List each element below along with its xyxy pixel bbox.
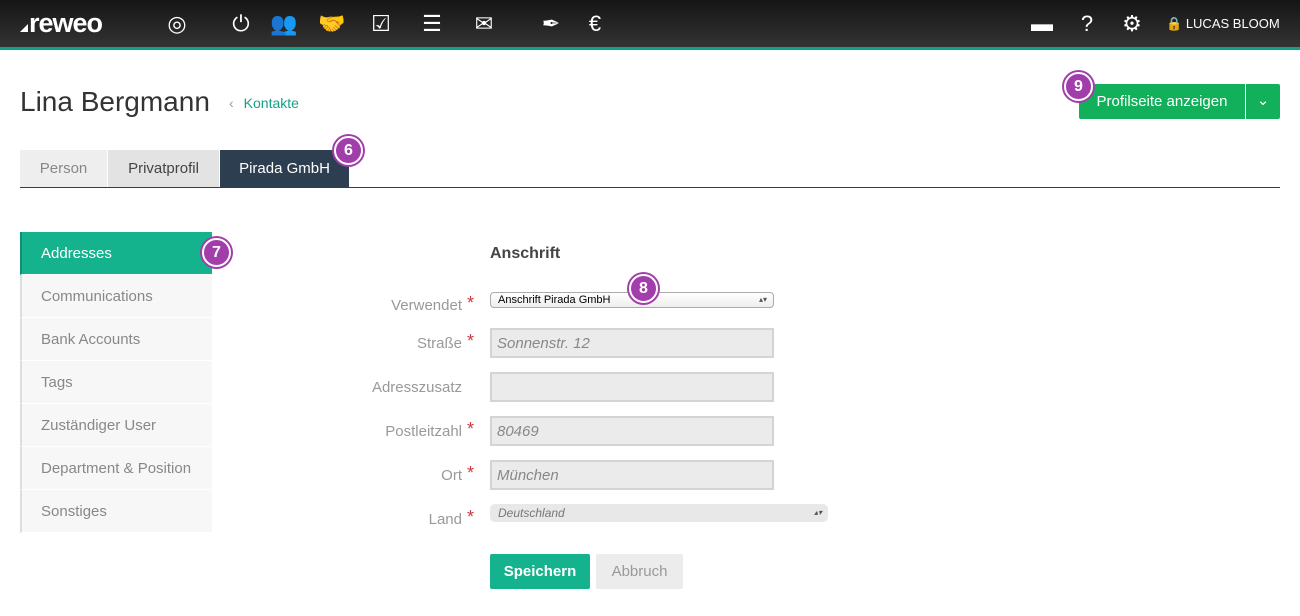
required-mark: * (467, 507, 475, 527)
land-value: Deutschland (498, 506, 565, 520)
folder-icon[interactable]: ▬ (1028, 10, 1056, 38)
user-menu[interactable]: 🔒 LUCAS BLOOM (1166, 16, 1280, 32)
select-arrows-icon: ▴▾ (758, 295, 767, 304)
reweo-logo[interactable]: reweo (20, 8, 103, 39)
help-icon[interactable]: ? (1073, 10, 1101, 38)
lock-icon: 🔒 (1166, 16, 1183, 31)
ort-label: Ort (441, 467, 462, 484)
top-navbar: reweo ◎ ⏻ 👥 🤝 ☑ ☰ ✉ ✒ € ▬ ? ⚙ 🔒 LUCAS BL… (0, 0, 1300, 47)
required-mark: * (467, 293, 475, 313)
breadcrumb-link-kontakte[interactable]: Kontakte (244, 95, 299, 111)
adresszusatz-label: Adresszusatz (371, 379, 462, 396)
verwendet-value: Anschrift Pirada GmbH (498, 294, 611, 306)
contacts-icon[interactable]: 👥 (270, 10, 298, 38)
handshake-icon[interactable]: 🤝 (318, 10, 346, 38)
required-mark: * (467, 463, 475, 483)
strasse-input[interactable]: Sonnenstr. 12 (490, 328, 774, 358)
tab-divider (20, 187, 1280, 188)
sidebar-item-sonstiges[interactable]: Sonstiges (20, 490, 212, 533)
section-title: Anschrift (490, 245, 561, 262)
profile-button-group: Profilseite anzeigen ⌄ (1079, 84, 1280, 119)
annotation-badge: 8 (629, 274, 658, 303)
euro-icon[interactable]: € (581, 10, 609, 38)
annotation-badge: 6 (334, 136, 363, 165)
required-mark: * (467, 331, 475, 351)
save-button[interactable]: Speichern (490, 554, 590, 589)
cancel-button[interactable]: Abbruch (596, 554, 683, 589)
dashboard-icon[interactable]: ◎ (163, 10, 191, 38)
list-icon[interactable]: ☰ (418, 10, 446, 38)
user-name: LUCAS BLOOM (1185, 16, 1280, 31)
logo-text: reweo (29, 8, 103, 38)
tab-privatprofil[interactable]: Privatprofil (108, 150, 219, 187)
gear-icon[interactable]: ⚙ (1118, 10, 1146, 38)
land-label: Land (428, 511, 462, 528)
mail-icon[interactable]: ✉ (470, 10, 498, 38)
breadcrumb: ‹ Kontakte (229, 95, 299, 111)
sidebar-item-bank-accounts[interactable]: Bank Accounts (20, 318, 212, 361)
tab-pirada-gmbh[interactable]: Pirada GmbH (220, 150, 349, 187)
navbar-accent-line (0, 47, 1300, 50)
sidebar-item-addresses[interactable]: Addresses (20, 232, 212, 275)
page-title: Lina Bergmann (20, 86, 210, 117)
pen-icon[interactable]: ✒ (537, 10, 565, 38)
ort-input[interactable]: München (490, 460, 774, 490)
select-arrows-icon: ▴▾ (813, 508, 822, 517)
land-select[interactable]: Deutschland ▴▾ (490, 504, 828, 522)
adresszusatz-input[interactable] (490, 372, 774, 402)
sidebar: Addresses Communications Bank Accounts T… (20, 232, 212, 533)
annotation-badge: 7 (202, 238, 231, 267)
verwendet-label: Verwendet (391, 297, 462, 314)
tab-person[interactable]: Person (20, 150, 107, 187)
sidebar-item-department-position[interactable]: Department & Position (20, 447, 212, 490)
strasse-label: Straße (416, 335, 462, 352)
sidebar-item-tags[interactable]: Tags (20, 361, 212, 404)
annotation-badge: 9 (1064, 72, 1093, 101)
postleitzahl-input[interactable]: 80469 (490, 416, 774, 446)
postleitzahl-label: Postleitzahl (385, 423, 462, 440)
profile-page-button[interactable]: Profilseite anzeigen (1079, 93, 1245, 110)
chevron-down-icon[interactable]: ⌄ (1245, 84, 1280, 119)
sidebar-item-communications[interactable]: Communications (20, 275, 212, 318)
required-mark: * (467, 419, 475, 439)
chevron-left-icon: ‹ (229, 95, 234, 111)
checkbox-icon[interactable]: ☑ (367, 10, 395, 38)
sidebar-item-zustaendiger-user[interactable]: Zuständiger User (20, 404, 212, 447)
power-icon[interactable]: ⏻ (227, 10, 255, 38)
